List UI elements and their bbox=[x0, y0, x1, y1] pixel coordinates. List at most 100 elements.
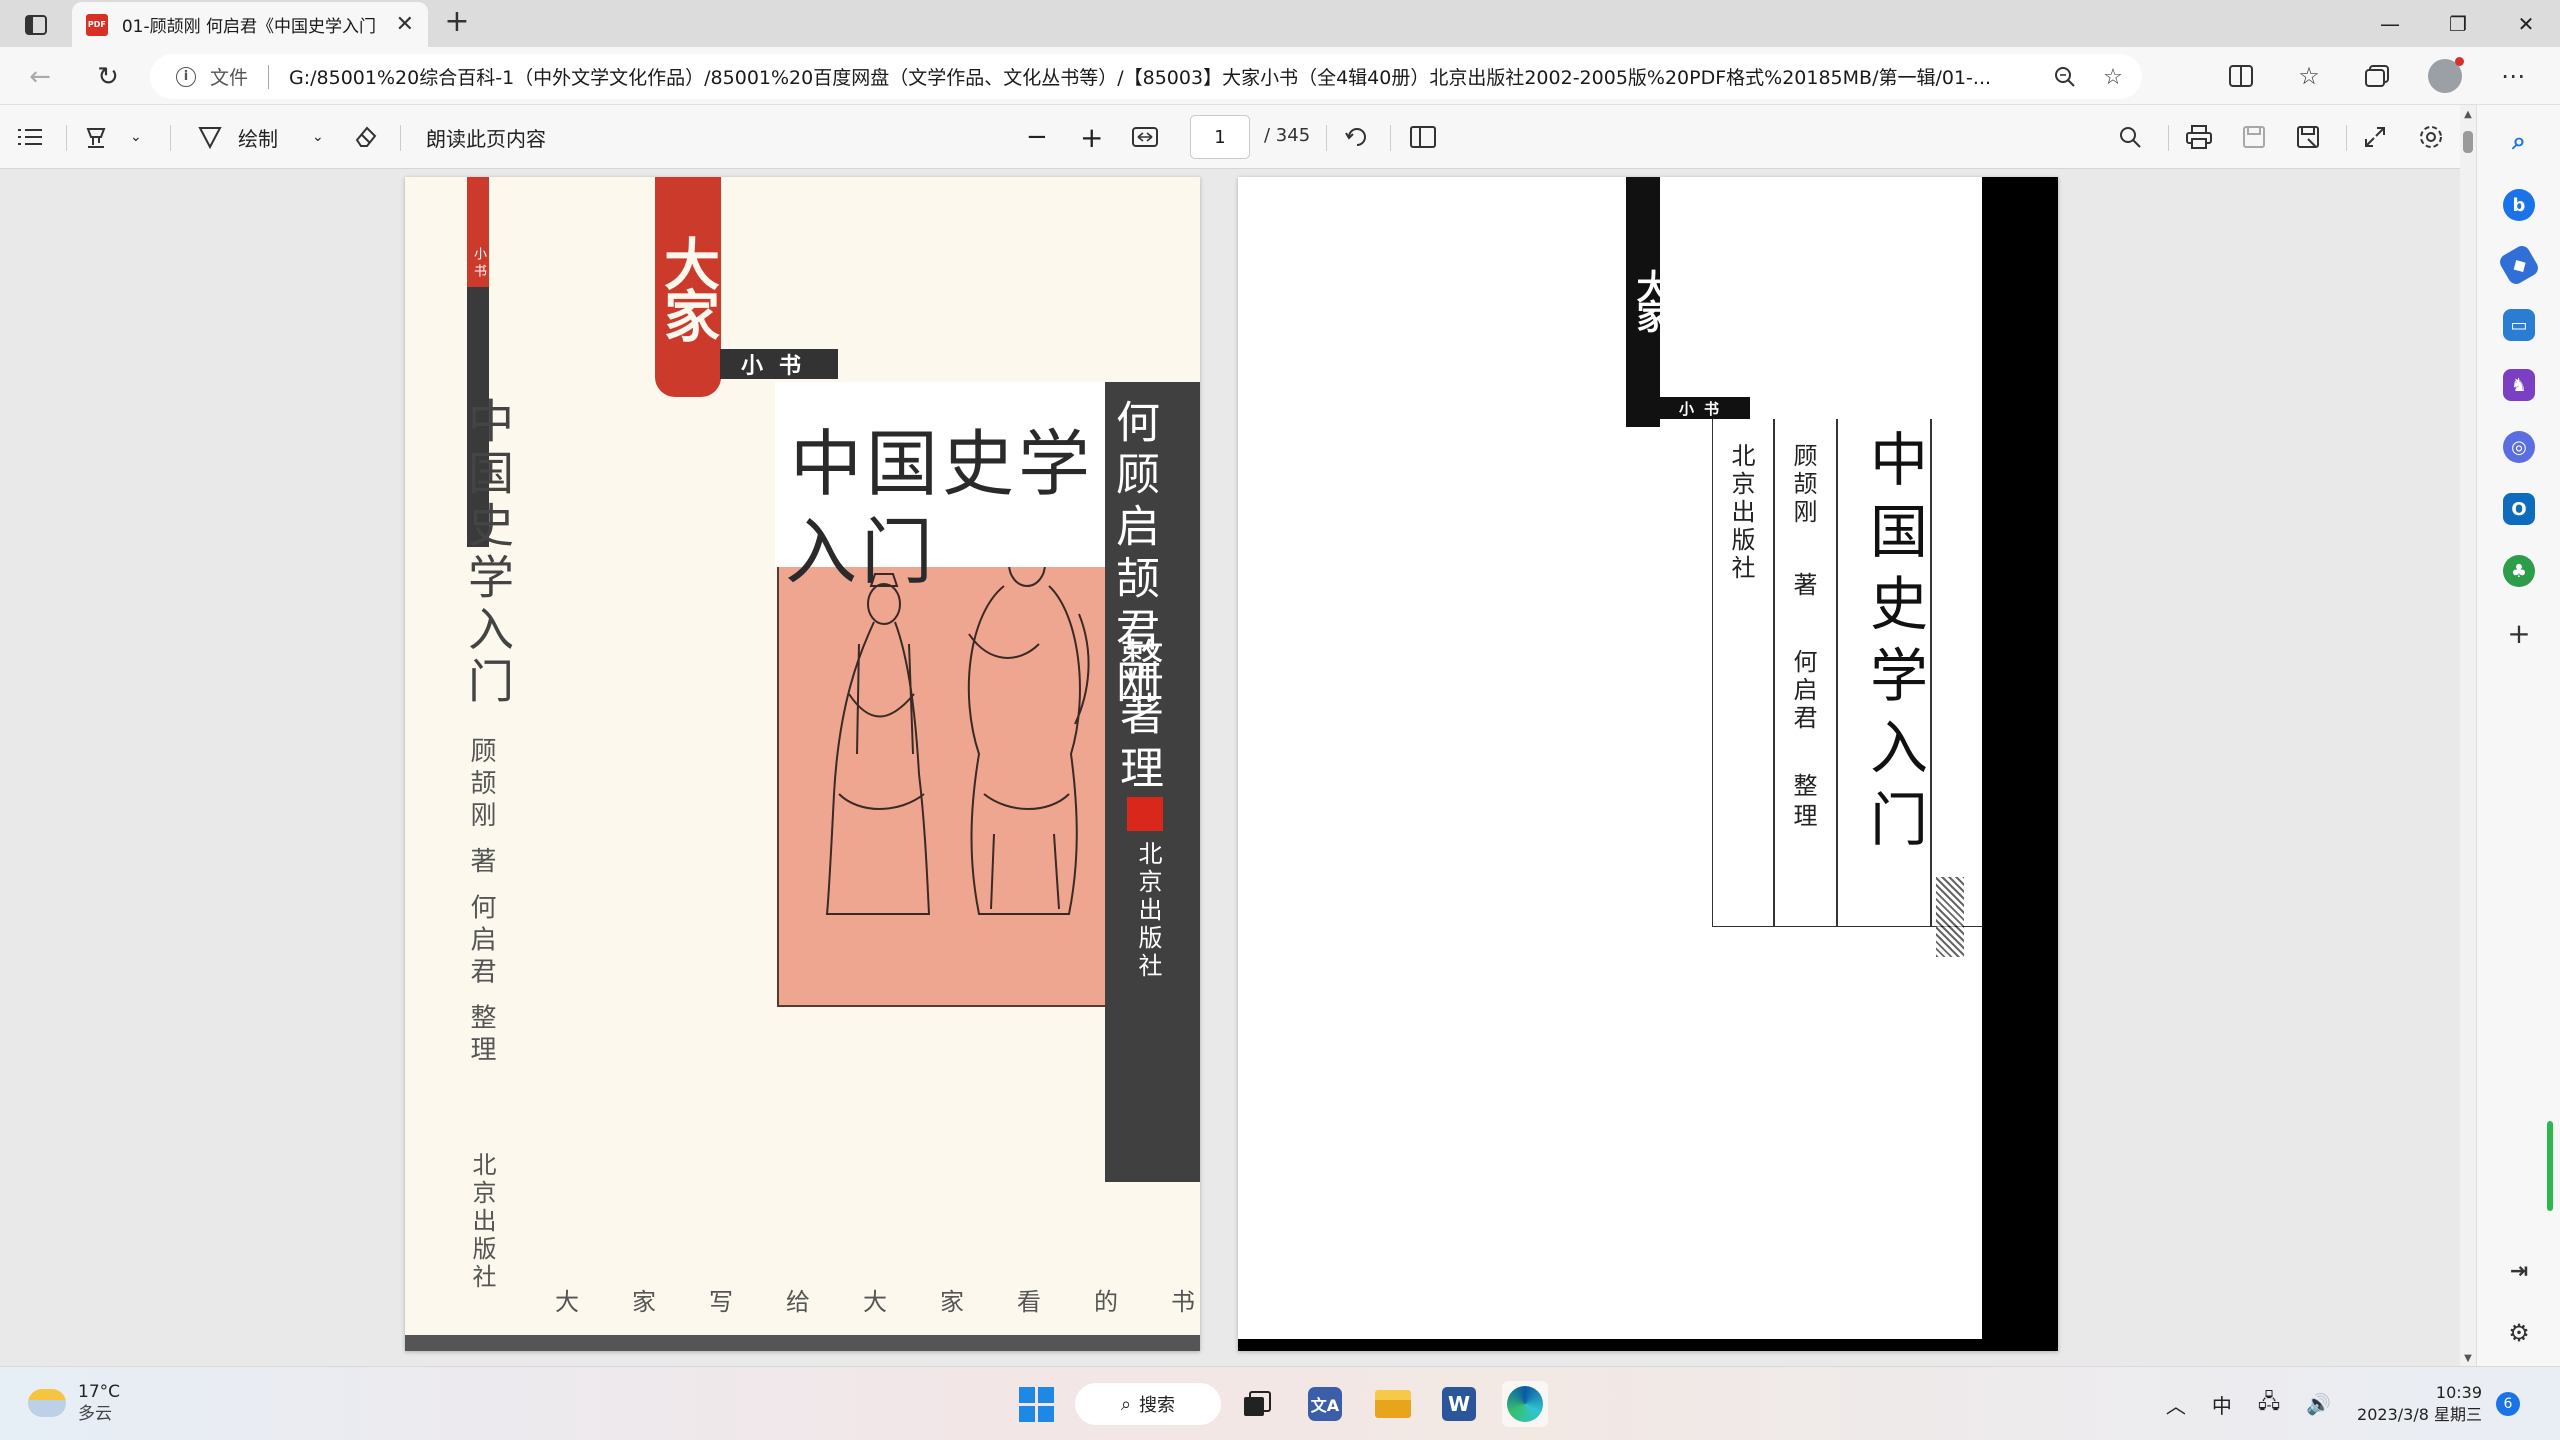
highlight-icon[interactable] bbox=[84, 121, 108, 153]
start-button[interactable] bbox=[1013, 1381, 1059, 1427]
slogan-char: 写 bbox=[709, 1288, 733, 1316]
profile-avatar[interactable] bbox=[2428, 57, 2464, 93]
titlepage-author: 顾颉刚 bbox=[1789, 443, 1817, 527]
sidebar-hide-icon[interactable]: ⇥ bbox=[2503, 1255, 2535, 1287]
active-tab[interactable]: PDF 01-顾颉刚 何启君《中国史学入门 ✕ bbox=[72, 2, 428, 47]
cover-series-label: 小书 bbox=[720, 349, 838, 379]
refresh-icon[interactable]: ↻ bbox=[90, 59, 126, 95]
tray-overflow-icon[interactable]: ︿ bbox=[2166, 1390, 2186, 1419]
slogan-char: 书 bbox=[1171, 1288, 1195, 1316]
toolbar-separator bbox=[1390, 125, 1391, 151]
windows-logo-icon bbox=[1018, 1386, 1054, 1422]
task-view-icon[interactable] bbox=[1234, 1381, 1280, 1427]
pdf-document-area[interactable]: 小书 中国史学入门 顾颉刚 著 何启君 整理 北京出版社 大家 小书 中国史学 … bbox=[0, 169, 2476, 1366]
scan-border-bottom bbox=[1238, 1339, 2058, 1351]
page-number-input[interactable]: 1 bbox=[1190, 115, 1250, 159]
address-url[interactable]: G:/85001%20综合百科-1（中外文学文化作品）/85001%20百度网盘… bbox=[289, 63, 2079, 90]
taskbar: 17°C 多云 ⌕ 搜索 文A W ︿ 中 🖧 🔊 10:39 2023/3/8… bbox=[0, 1366, 2560, 1440]
slogan-char: 给 bbox=[786, 1288, 810, 1316]
sidebar-shopping-icon[interactable]: ◆ bbox=[2497, 243, 2541, 287]
sidebar-search-icon[interactable]: ⌕ bbox=[2503, 125, 2535, 157]
clock-date: 2023/3/8 星期三 bbox=[2357, 1405, 2482, 1424]
info-icon[interactable]: i bbox=[176, 66, 196, 87]
split-screen-icon[interactable] bbox=[2224, 59, 2258, 93]
new-tab-button[interactable]: + bbox=[440, 6, 474, 40]
notification-badge[interactable]: 6 bbox=[2496, 1392, 2520, 1416]
save-icon[interactable] bbox=[2242, 121, 2266, 153]
draw-dropdown-icon[interactable]: ⌄ bbox=[312, 121, 324, 153]
cover-bottom-strip bbox=[405, 1335, 1200, 1351]
sidebar-bing-icon[interactable]: b bbox=[2503, 189, 2535, 221]
page-total: / 345 bbox=[1264, 125, 1311, 146]
weather-widget[interactable]: 17°C 多云 bbox=[28, 1381, 120, 1425]
clock-time: 10:39 bbox=[2435, 1383, 2482, 1402]
scan-noise bbox=[1936, 877, 1964, 957]
address-bar[interactable]: i 文件 G:/85001%20综合百科-1（中外文学文化作品）/85001%2… bbox=[150, 54, 2142, 99]
pdf-favicon-icon: PDF bbox=[86, 13, 108, 36]
favorites-icon[interactable]: ☆ bbox=[2292, 59, 2326, 93]
highlight-dropdown-icon[interactable]: ⌄ bbox=[130, 121, 142, 153]
cover-seal-logo: 大家 bbox=[655, 177, 721, 397]
minimize-icon[interactable]: — bbox=[2356, 0, 2424, 47]
translator-app-icon[interactable]: 文A bbox=[1302, 1381, 1348, 1427]
contents-icon[interactable] bbox=[18, 121, 42, 153]
sidebar-tools-icon[interactable]: ▭ bbox=[2503, 309, 2535, 341]
tab-actions-icon[interactable] bbox=[18, 10, 54, 40]
slogan-char: 大 bbox=[555, 1288, 579, 1316]
titlepage-divider bbox=[1773, 419, 1775, 927]
tab-strip: PDF 01-顾颉刚 何启君《中国史学入门 ✕ + — ❐ ✕ bbox=[0, 0, 2560, 47]
find-icon[interactable] bbox=[2118, 121, 2142, 153]
sidebar-settings-icon[interactable]: ⚙ bbox=[2503, 1317, 2535, 1349]
sidebar-office-icon[interactable]: ◎ bbox=[2503, 431, 2535, 463]
sidebar-outlook-icon[interactable]: O bbox=[2503, 493, 2535, 525]
sidebar-tree-icon[interactable]: ♣ bbox=[2503, 555, 2535, 587]
edge-app-icon[interactable] bbox=[1502, 1381, 1548, 1427]
tab-close-icon[interactable]: ✕ bbox=[396, 12, 414, 37]
fit-width-icon[interactable] bbox=[1132, 121, 1158, 153]
slogan-char: 家 bbox=[632, 1288, 656, 1316]
network-icon[interactable]: 🖧 bbox=[2258, 1387, 2280, 1421]
zoom-in-icon[interactable]: + bbox=[1080, 121, 1103, 154]
restore-icon[interactable]: ❐ bbox=[2424, 0, 2492, 47]
collections-icon[interactable] bbox=[2360, 59, 2394, 93]
close-window-icon[interactable]: ✕ bbox=[2492, 0, 2560, 47]
vertical-scrollbar[interactable]: ▲ ▼ bbox=[2460, 105, 2476, 1366]
print-icon[interactable] bbox=[2186, 121, 2212, 153]
zoom-icon[interactable] bbox=[2050, 62, 2080, 92]
read-aloud-button[interactable]: 朗读此页内容 bbox=[426, 121, 546, 153]
file-explorer-icon[interactable] bbox=[1370, 1381, 1416, 1427]
draw-button[interactable]: 绘制 bbox=[198, 121, 278, 153]
settings-icon[interactable] bbox=[2418, 121, 2444, 153]
titlepage-publisher: 北京出版社 bbox=[1727, 443, 1755, 583]
fullscreen-icon[interactable] bbox=[2364, 121, 2386, 153]
add-favorite-icon[interactable]: ☆ bbox=[2098, 62, 2128, 92]
taskbar-search[interactable]: ⌕ 搜索 bbox=[1075, 1383, 1221, 1425]
word-app-icon[interactable]: W bbox=[1436, 1381, 1482, 1427]
ime-indicator[interactable]: 中 bbox=[2212, 1390, 2232, 1419]
save-as-icon[interactable] bbox=[2296, 121, 2320, 153]
cover-spine-publisher: 北京出版社 bbox=[468, 1152, 496, 1292]
search-icon: ⌕ bbox=[1120, 1393, 1132, 1415]
cover-publisher-mark bbox=[1127, 797, 1163, 831]
scroll-down-icon[interactable]: ▼ bbox=[2460, 1353, 2476, 1364]
toolbar-separator bbox=[1326, 125, 1327, 151]
back-icon[interactable]: ← bbox=[22, 59, 58, 95]
rotate-icon[interactable] bbox=[1344, 121, 1370, 153]
clock[interactable]: 10:39 2023/3/8 星期三 bbox=[2357, 1382, 2482, 1426]
slogan-char: 的 bbox=[1094, 1288, 1118, 1316]
titlepage-divider bbox=[1836, 419, 1838, 927]
volume-icon[interactable]: 🔊 bbox=[2306, 1392, 2331, 1416]
page-view-icon[interactable] bbox=[1410, 121, 1436, 153]
navigation-bar: ← ↻ i 文件 G:/85001%20综合百科-1（中外文学文化作品）/850… bbox=[0, 47, 2560, 105]
titlepage-editor: 何启君 bbox=[1789, 649, 1817, 733]
sidebar-add-icon[interactable]: + bbox=[2503, 617, 2535, 650]
sidebar-games-icon[interactable]: ♞ bbox=[2503, 369, 2535, 401]
more-menu-icon[interactable]: ⋯ bbox=[2496, 59, 2530, 93]
cover-slogan: 大 家 写 给 大 家 看 的 书 bbox=[555, 1282, 1195, 1317]
scrollbar-thumb[interactable] bbox=[2463, 131, 2473, 153]
eraser-icon[interactable] bbox=[354, 121, 378, 153]
titlepage-author-role: 著 bbox=[1789, 572, 1817, 596]
zoom-out-icon[interactable]: − bbox=[1026, 121, 1048, 153]
scroll-up-icon[interactable]: ▲ bbox=[2460, 109, 2476, 120]
toolbar-separator bbox=[2168, 125, 2169, 151]
